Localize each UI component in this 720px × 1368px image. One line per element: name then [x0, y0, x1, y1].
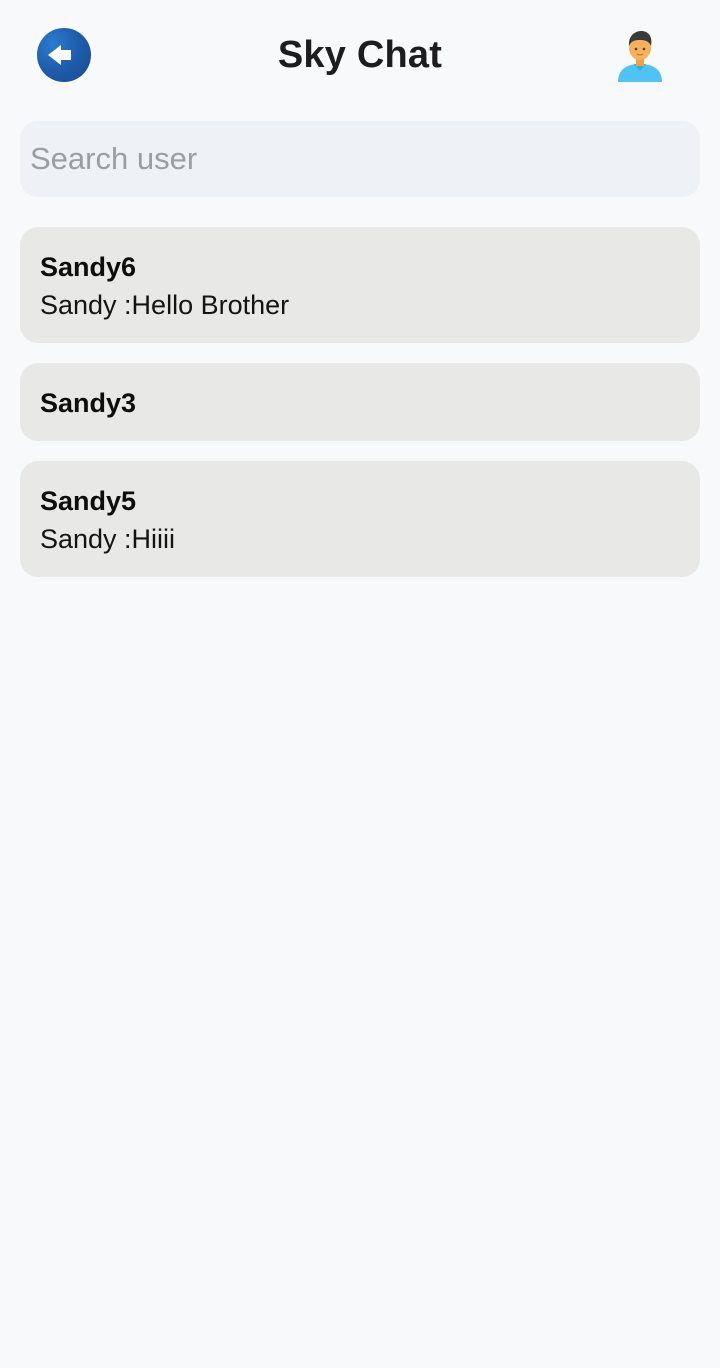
- chat-name: Sandy6: [40, 252, 137, 282]
- app-header: Sky Chat: [0, 0, 720, 112]
- profile-button[interactable]: [612, 26, 668, 84]
- chat-last-message: Sandy :Hello Brother: [40, 290, 290, 320]
- search-input[interactable]: [20, 121, 700, 197]
- user-avatar-icon: [618, 31, 662, 82]
- app-screen: Sky Chat Sandy6 Sandy :Hello Brother San…: [0, 0, 720, 1368]
- chat-last-message: Sandy :Hiiii: [40, 524, 176, 554]
- chat-name: Sandy3: [40, 388, 137, 418]
- chat-item-sandy6[interactable]: Sandy6 Sandy :Hello Brother: [20, 227, 700, 343]
- search-bar: [20, 121, 700, 197]
- chat-item-sandy5[interactable]: Sandy5 Sandy :Hiiii: [20, 461, 700, 577]
- chat-item-sandy3[interactable]: Sandy3: [20, 363, 700, 441]
- chat-list: Sandy6 Sandy :Hello Brother Sandy3 Sandy…: [20, 227, 700, 597]
- chat-name: Sandy5: [40, 486, 137, 516]
